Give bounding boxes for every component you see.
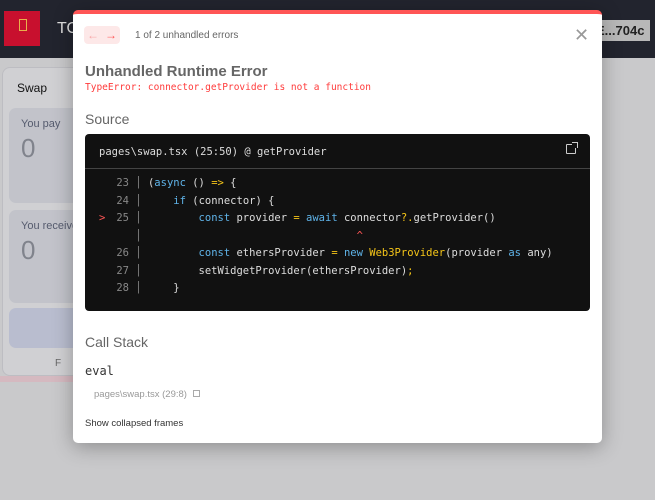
code-token: const — [198, 247, 231, 259]
code-token: getProvider() — [413, 212, 496, 224]
frame-function: eval — [85, 364, 114, 378]
code-token: () — [185, 177, 212, 189]
error-counter: 1 of 2 unhandled errors — [135, 30, 239, 41]
code-token: ; — [407, 264, 414, 277]
gutter-separator: │ — [129, 247, 148, 259]
code-line: >25 │ const provider = await connector?.… — [85, 212, 590, 230]
swap-footer: F — [55, 358, 62, 369]
gutter-separator: │ — [129, 229, 148, 242]
error-title: Unhandled Runtime Error — [85, 63, 268, 80]
code-token: ?. — [400, 212, 414, 224]
code-line: 27 │ setWidgetProvider(ethersProvider); — [85, 265, 590, 283]
error-overlay: ← → 1 of 2 unhandled errors ✕ Unhandled … — [73, 10, 602, 443]
open-in-editor-icon[interactable] — [566, 142, 578, 154]
code-line: 24 │ if (connector) { — [85, 195, 590, 213]
code-token: (provider — [445, 247, 509, 259]
code-token: (connector) { — [185, 194, 275, 207]
close-icon[interactable]: ✕ — [574, 25, 589, 46]
error-message: TypeError: connector.getProvider is not … — [85, 82, 371, 93]
code-line: 23 │ (async () => { — [85, 177, 590, 195]
callstack-heading: Call Stack — [85, 334, 149, 350]
code-token: if — [173, 194, 186, 207]
line-number: 25 — [116, 212, 129, 224]
code-token: } — [147, 282, 180, 294]
code-token: async — [154, 177, 186, 189]
swap-title: Swap — [17, 81, 48, 95]
prev-error-icon[interactable]: ← — [84, 26, 102, 44]
receive-value[interactable]: 0 — [21, 235, 35, 266]
code-token: Web3Provider — [369, 247, 446, 259]
error-line-marker: > — [99, 212, 106, 224]
gutter-separator: │ — [129, 282, 148, 294]
receive-label: You receive — [21, 220, 79, 232]
gutter-separator: │ — [129, 194, 148, 207]
code-token: setWidgetProvider(ethersProvider) — [147, 264, 408, 277]
source-file: pages\swap.tsx (25:50) @ getProvider — [99, 146, 327, 158]
code-token: new — [343, 247, 363, 259]
code-token: => — [211, 177, 224, 189]
line-number: 28 — [116, 282, 129, 294]
code-token: as — [508, 247, 521, 259]
code-token: { — [223, 177, 237, 189]
code-token: const — [198, 212, 231, 224]
code-token: provider — [230, 212, 294, 224]
code-token: connector — [337, 212, 401, 224]
show-collapsed-frames-button[interactable]: Show collapsed frames — [85, 418, 183, 429]
brand-logo[interactable] — [4, 11, 40, 46]
code-token: ^ — [356, 229, 363, 242]
code-lines: 23 │ (async () => {24 │ if (connector) {… — [85, 169, 590, 300]
code-token: any) — [521, 247, 553, 259]
code-line: │ ^ — [85, 230, 590, 248]
code-token: await — [306, 212, 338, 224]
code-token: ethersProvider — [230, 247, 332, 259]
pay-label: You pay — [21, 118, 61, 130]
decor-strip — [0, 376, 74, 382]
pay-value[interactable]: 0 — [21, 133, 35, 164]
line-number: 27 — [116, 264, 129, 277]
external-link-icon[interactable] — [192, 390, 200, 397]
gutter-separator: │ — [129, 177, 148, 189]
line-number: 24 — [116, 194, 129, 207]
source-heading: Source — [85, 111, 130, 127]
frame-location[interactable]: pages\swap.tsx (29:8) — [94, 389, 200, 400]
code-line: 26 │ const ethersProvider = new Web3Prov… — [85, 247, 590, 265]
next-error-icon[interactable]: → — [102, 26, 120, 44]
code-frame-header: pages\swap.tsx (25:50) @ getProvider — [85, 134, 590, 169]
code-frame: pages\swap.tsx (25:50) @ getProvider 23 … — [85, 134, 590, 311]
frame-location-text[interactable]: pages\swap.tsx (29:8) — [94, 389, 187, 400]
line-number: 23 — [116, 177, 129, 189]
error-nav: ← → — [84, 26, 120, 44]
code-line: 28 │ } — [85, 282, 590, 300]
gutter-separator: │ — [129, 212, 148, 224]
gutter-separator: │ — [129, 264, 148, 277]
line-number: 26 — [116, 247, 129, 259]
